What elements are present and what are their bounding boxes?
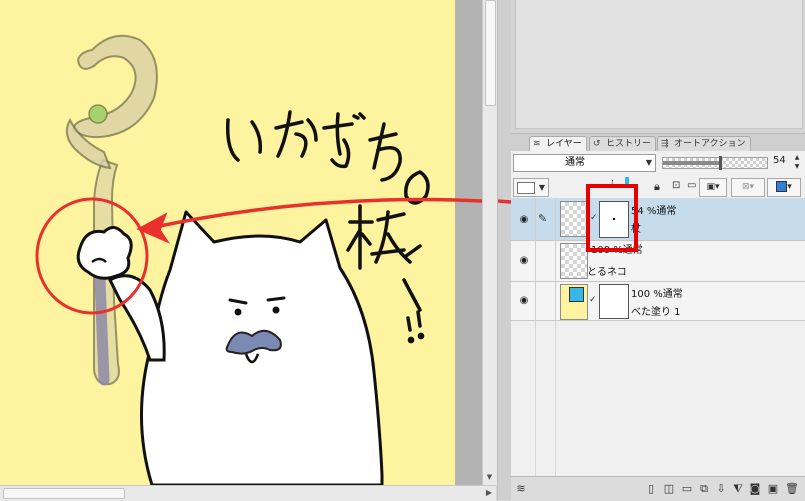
new-vector-layer-icon[interactable]: ◫	[663, 482, 675, 496]
layers-icon[interactable]: ≋	[515, 482, 527, 496]
mask-link-icon: ✓	[589, 295, 597, 305]
layer-name-label: とるネコ	[587, 267, 627, 278]
scroll-down-arrow-icon[interactable]: ▼	[485, 473, 494, 482]
layer-mask-icon[interactable]: ◙	[749, 482, 761, 496]
layer-color-button[interactable]: ▼	[513, 178, 549, 197]
opacity-slider-knob[interactable]	[719, 156, 722, 170]
eye-icon[interactable]: ◉	[517, 295, 531, 306]
layer-mask-thumbnail	[599, 284, 629, 319]
column-separator	[535, 282, 536, 320]
opacity-value: 54	[773, 155, 786, 166]
layer-thumbnail	[560, 284, 588, 320]
ruler-options-button[interactable]: ⊠▾	[731, 178, 765, 197]
panel-divider[interactable]	[497, 0, 511, 500]
auto-action-icon: ⇶	[661, 139, 669, 149]
callout-arrow-tail	[498, 199, 511, 204]
mask-options-button[interactable]: ▣▾	[699, 178, 727, 197]
eye-icon[interactable]: ◉	[517, 214, 531, 225]
layer-panel: 通常 ▼ 54 ▲ ▼ ▼ ⌓ ⁞ 🔒︎ ⊡ ▭ ▣▾ ⊠▾ ▾ ◉ ✎ ✓ 5…	[511, 151, 805, 500]
tab-auto-action-label: オートアクション	[674, 139, 746, 149]
blend-mode-value: 通常	[565, 157, 585, 168]
merge-layer-icon[interactable]: ⇩	[715, 482, 727, 496]
layer-color-mode-button[interactable]: ▾	[767, 178, 801, 197]
apply-mask-icon[interactable]: ▣	[767, 482, 779, 496]
transfer-down-icon[interactable]: ⧉	[698, 482, 710, 496]
blend-opacity-row: 通常 ▼ 54 ▲ ▼	[511, 151, 805, 175]
tab-history-label: ヒストリー	[606, 139, 652, 149]
chevron-down-icon: ▼	[538, 183, 545, 192]
opacity-slider[interactable]	[662, 156, 768, 170]
layer-thumbnail	[560, 243, 588, 279]
blend-mode-select[interactable]: 通常 ▼	[513, 154, 656, 172]
layer-color-swatch-icon	[517, 182, 535, 194]
layer-bottom-toolbar: ≋ ▯ ◫ ▭ ⧉ ⇩ ⧨ ◙ ▣ 🗑︎	[511, 476, 805, 501]
scroll-right-arrow-icon[interactable]: ▶	[486, 488, 492, 497]
callout-arrowhead	[136, 212, 171, 244]
canvas-drawing	[35, 34, 455, 485]
tab-history[interactable]: ↺ ヒストリー	[589, 136, 657, 151]
layer-thumbnail	[560, 201, 588, 237]
layer-name-label: べた塗り 1	[631, 307, 681, 318]
column-separator	[555, 321, 556, 476]
upper-panel	[511, 0, 805, 134]
layer-row-cat[interactable]: ◉ 100 %通常 とるネコ	[511, 241, 805, 282]
column-separator	[535, 241, 536, 281]
column-separator	[555, 198, 556, 240]
layer-row-fill[interactable]: ◉ ✓ 100 %通常 べた塗り 1	[511, 282, 805, 321]
column-separator	[555, 282, 556, 320]
pen-icon: ✎	[538, 212, 548, 225]
vertical-scrollbar[interactable]: ▼	[482, 0, 497, 485]
history-icon: ↺	[593, 139, 601, 149]
mask-highlight-box	[586, 184, 638, 252]
lock-icon[interactable]: 🔒︎	[654, 180, 660, 194]
vertical-scrollbar-thumb[interactable]	[485, 0, 496, 106]
new-folder-icon[interactable]: ▭	[681, 482, 693, 496]
column-separator	[535, 198, 536, 240]
cat-illustration	[76, 210, 384, 485]
horizontal-scrollbar-thumb[interactable]	[3, 488, 125, 499]
layers-icon: ≋	[533, 139, 541, 149]
mask-icon[interactable]: ▭	[687, 180, 696, 191]
horizontal-scrollbar[interactable]: ▶	[0, 485, 496, 501]
layer-property-row: ▼ ⌓ ⁞ 🔒︎ ⊡ ▭ ▣▾ ⊠▾ ▾	[511, 175, 805, 199]
canvas-paper[interactable]	[0, 0, 455, 485]
fill-color-swatch-icon	[569, 287, 584, 302]
canvas-gutter	[455, 0, 482, 485]
column-separator	[535, 321, 536, 476]
tab-layer-label: レイヤー	[546, 139, 582, 149]
eye-icon[interactable]: ◉	[517, 255, 531, 266]
panel-tabbar: ≋ レイヤー ↺ ヒストリー ⇶ オートアクション	[511, 134, 805, 152]
opacity-slider-fill	[663, 161, 719, 165]
trash-icon[interactable]: 🗑︎	[785, 482, 799, 496]
layer-row-staff[interactable]: ◉ ✎ ✓ 54 %通常 杖	[511, 198, 805, 241]
tab-layer[interactable]: ≋ レイヤー	[529, 136, 587, 151]
chevron-down-icon: ▼	[645, 158, 652, 167]
tab-auto-action[interactable]: ⇶ オートアクション	[657, 136, 751, 151]
lock-transparency-icon[interactable]: ⊡	[672, 180, 680, 191]
upper-panel-content	[515, 0, 803, 129]
transfer-layer-icon[interactable]: ⧨	[732, 482, 744, 496]
canvas-area[interactable]	[0, 0, 482, 485]
column-separator	[555, 241, 556, 281]
layer-mode-label: 100 %通常	[631, 289, 683, 300]
callout-arrow-extension	[455, 198, 482, 203]
opacity-spinner-icon[interactable]: ▲ ▼	[792, 153, 802, 171]
new-raster-layer-icon[interactable]: ▯	[645, 482, 657, 496]
